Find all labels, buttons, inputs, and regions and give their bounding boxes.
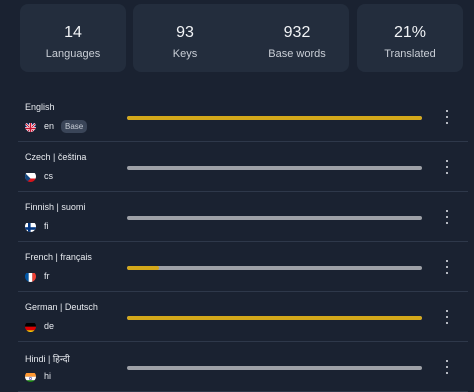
stat-value: 21%	[393, 24, 427, 41]
language-code: hi	[44, 371, 52, 381]
language-code: en	[44, 121, 55, 131]
translation-progress-bar	[127, 216, 422, 220]
uk-flag-icon	[25, 121, 36, 132]
more-options-icon[interactable]	[443, 310, 451, 324]
progress-fill	[127, 266, 160, 270]
language-code: fr	[44, 271, 50, 281]
czech-flag-icon	[25, 171, 36, 182]
language-code: cs	[44, 171, 53, 181]
translation-progress-bar	[127, 316, 422, 320]
language-name: English	[25, 102, 55, 112]
language-name: French | français	[25, 252, 92, 262]
stat-translated: 21% Translated	[357, 4, 463, 72]
stat-value: 14	[64, 24, 82, 41]
indian-flag-icon	[25, 371, 36, 382]
stat-label: Translated	[384, 48, 436, 60]
language-code: fi	[44, 221, 49, 231]
language-row-hi[interactable]: Hindi | हिन्दी hi	[18, 342, 468, 392]
translation-progress-bar	[127, 116, 422, 120]
base-badge: Base	[61, 119, 88, 133]
language-list: English en Base Czech | čeština cs Finni…	[18, 92, 468, 392]
more-options-icon[interactable]	[443, 210, 451, 224]
language-row-cs[interactable]: Czech | čeština cs	[18, 142, 468, 192]
stat-label: Base words	[268, 48, 326, 60]
language-row-fi[interactable]: Finnish | suomi fi	[18, 192, 468, 242]
translation-progress-bar	[127, 266, 422, 270]
language-code: de	[44, 321, 55, 331]
stat-label: Keys	[172, 48, 198, 60]
language-name: Hindi | हिन्दी	[25, 354, 70, 364]
translation-progress-bar	[127, 366, 422, 370]
stat-value: 932	[283, 24, 311, 41]
language-name: German | Deutsch	[25, 302, 98, 312]
progress-fill	[127, 316, 422, 320]
more-options-icon[interactable]	[443, 260, 451, 274]
german-flag-icon	[25, 321, 36, 332]
stats-bar: 14 Languages 93 Keys 932 Base words 21% …	[0, 0, 474, 78]
french-flag-icon	[25, 271, 36, 282]
language-name: Finnish | suomi	[25, 202, 86, 212]
language-row-de[interactable]: German | Deutsch de	[18, 292, 468, 342]
stat-languages: 14 Languages	[20, 4, 126, 72]
finnish-flag-icon	[25, 221, 36, 232]
translation-progress-bar	[127, 166, 422, 170]
stat-label: Languages	[45, 48, 101, 60]
progress-fill	[127, 116, 422, 120]
language-name: Czech | čeština	[25, 152, 87, 162]
language-row-en[interactable]: English en Base	[18, 92, 468, 142]
stat-keys-words: 93 Keys 932 Base words	[133, 4, 349, 72]
more-options-icon[interactable]	[443, 360, 451, 374]
language-row-fr[interactable]: French | français fr	[18, 242, 468, 292]
more-options-icon[interactable]	[443, 110, 451, 124]
more-options-icon[interactable]	[443, 160, 451, 174]
stat-value: 93	[176, 24, 194, 41]
